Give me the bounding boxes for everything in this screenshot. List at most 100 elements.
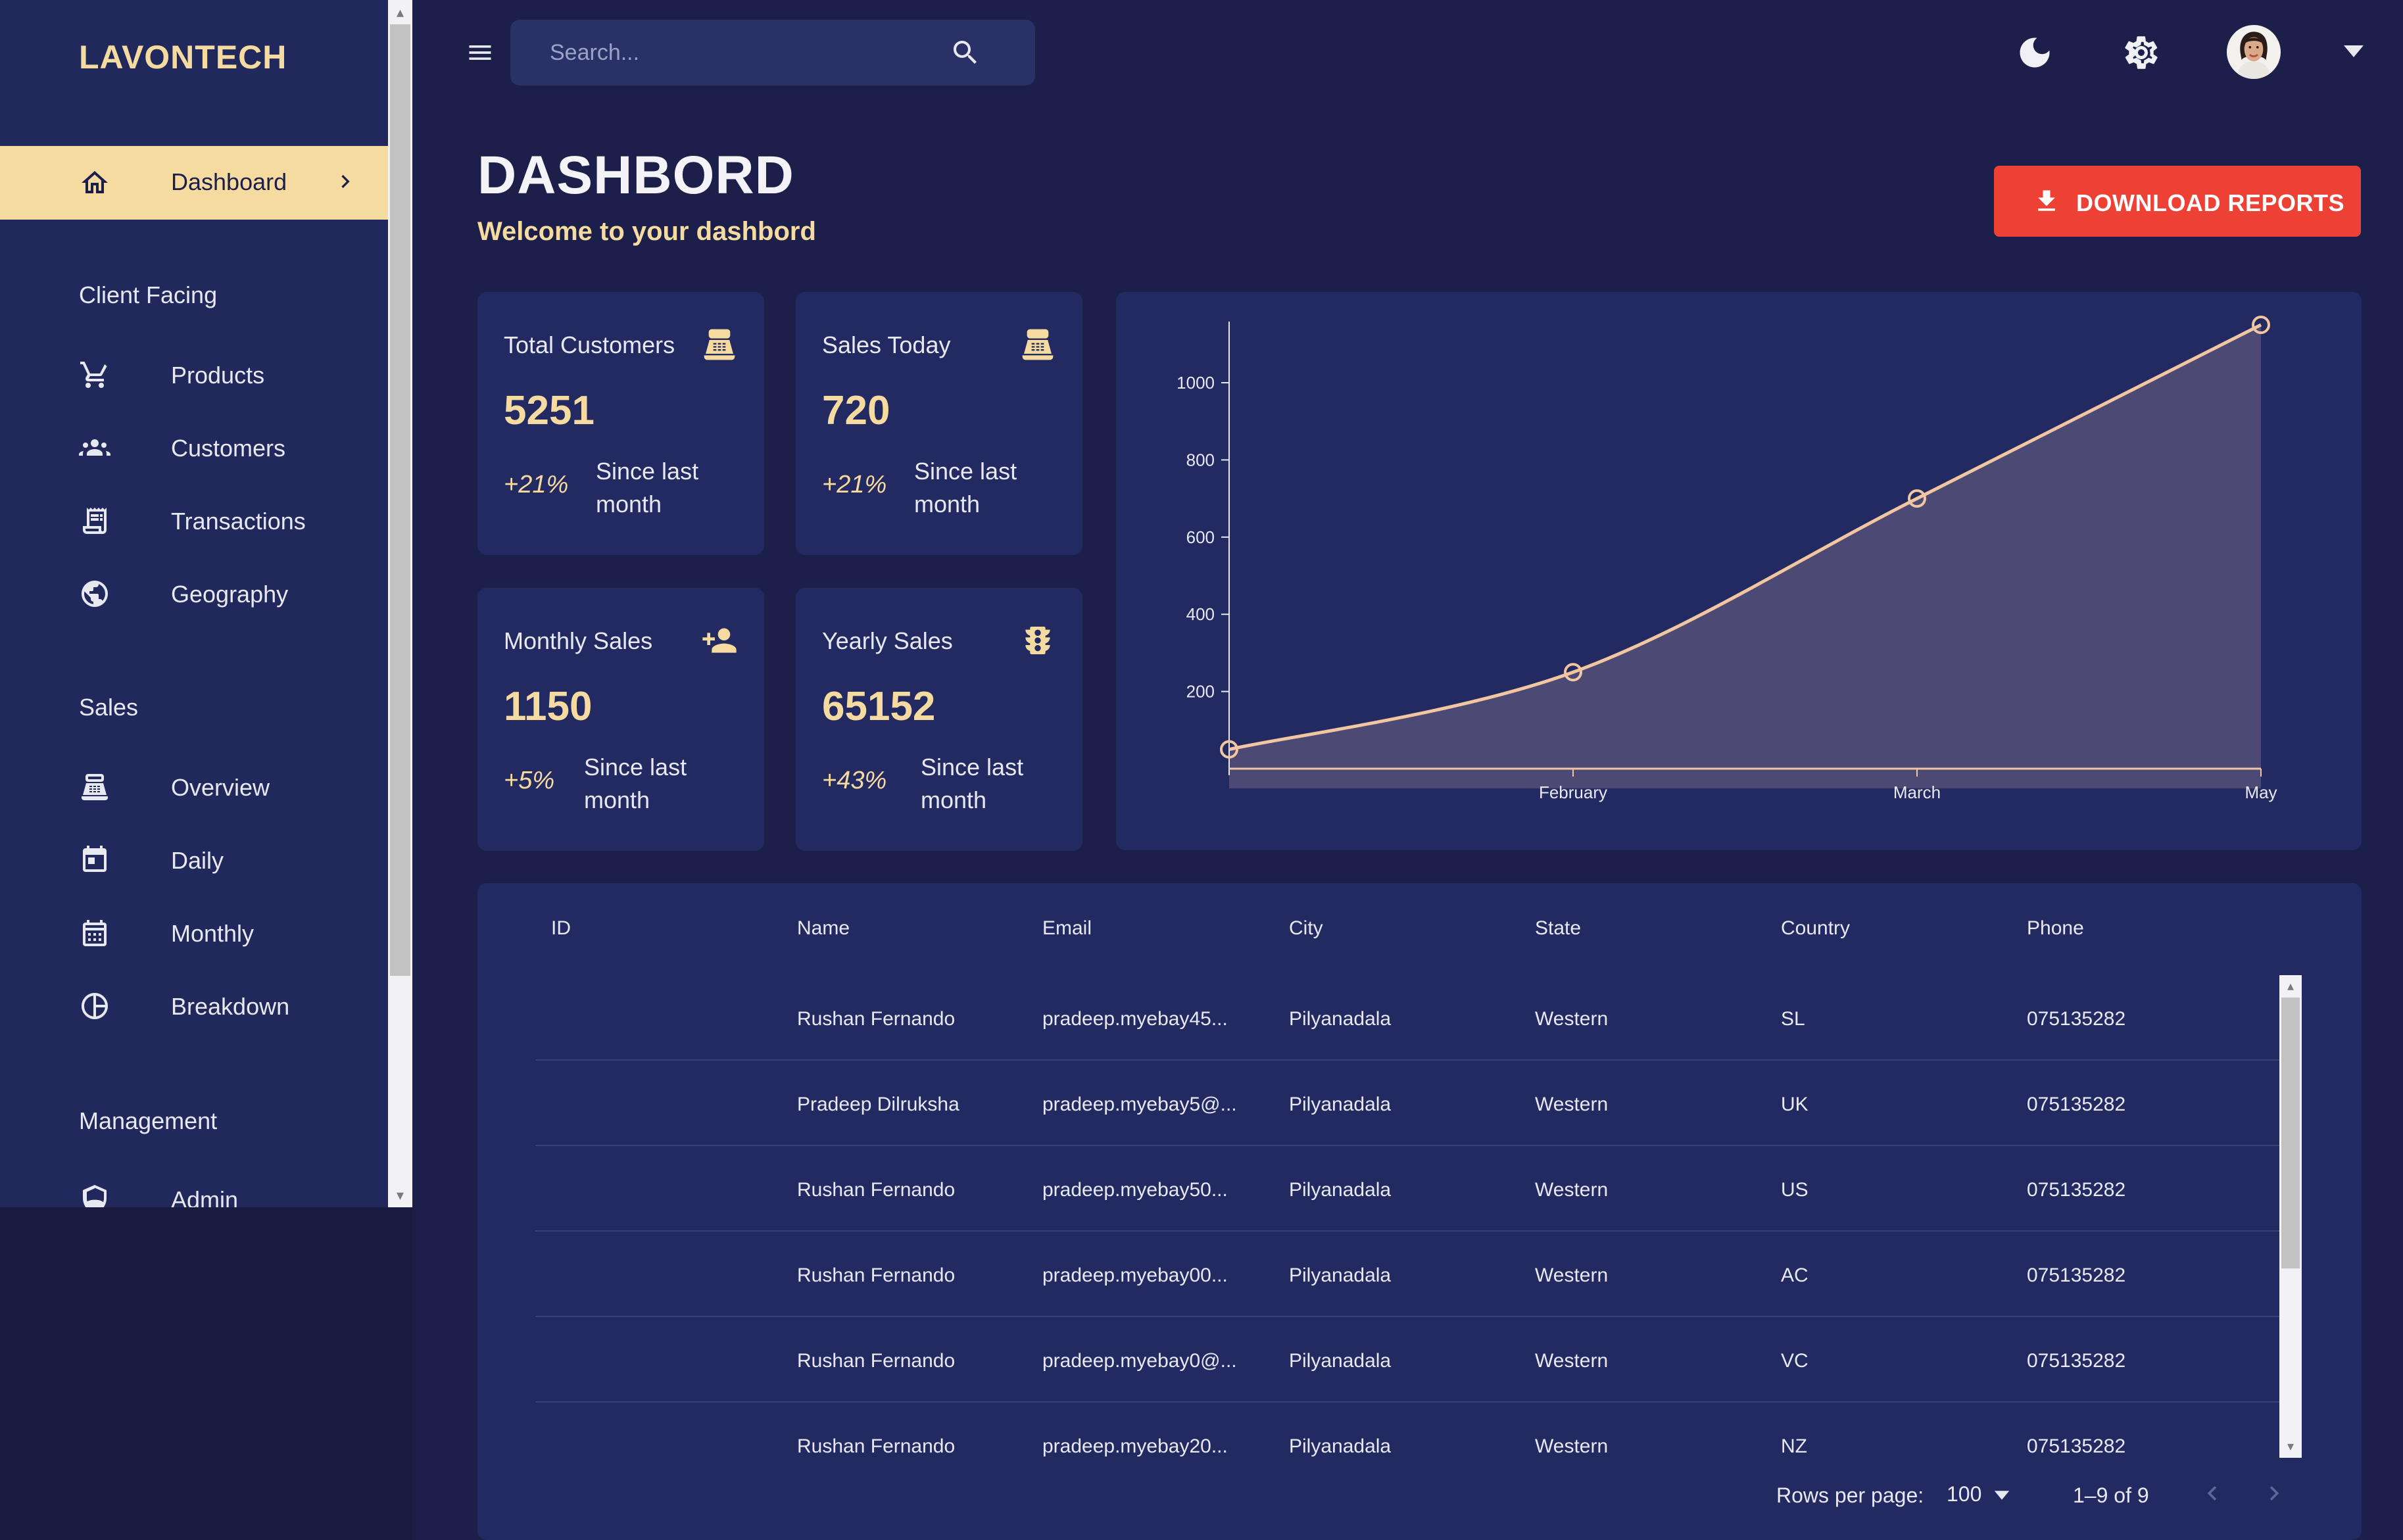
sidebar-item-admin[interactable]: Admin (0, 1173, 388, 1207)
x-tick-label: May (2245, 782, 2277, 802)
scrollbar-thumb[interactable] (390, 24, 410, 976)
cart-icon (80, 362, 107, 388)
sidebar-item-monthly[interactable]: Monthly (0, 907, 388, 959)
cell-email: pradeep.myebay0@... (1042, 1350, 1237, 1372)
cell-phone: 075135282 (2027, 1008, 2126, 1030)
cell-country: VC (1781, 1350, 1808, 1372)
cell-phone: 075135282 (2027, 1094, 2126, 1115)
cell-city: Pilyanadala (1289, 1179, 1392, 1201)
stat-value: 720 (822, 388, 890, 433)
cell-email: pradeep.myebay5@... (1042, 1094, 1237, 1115)
stat-increase: +43% (822, 767, 887, 794)
sidebar-item-transactions[interactable]: Transactions (0, 494, 388, 547)
table-row[interactable]: Rushan Fernando pradeep.myebay50... Pilyan… (535, 1146, 2279, 1232)
previous-page-icon[interactable] (2198, 1479, 2227, 1508)
sidebar-item-overview[interactable]: Overview (0, 761, 388, 813)
sidebar-item-daily[interactable]: Daily (0, 834, 388, 886)
cell-state: Western (1535, 1179, 1609, 1201)
download-icon (2038, 190, 2055, 211)
sidebar-item-geography[interactable]: Geography (0, 567, 388, 620)
avatar[interactable] (2227, 25, 2281, 79)
cell-name: Rushan Fernando (797, 1435, 956, 1457)
stat-value: 65152 (822, 684, 936, 729)
stat-title: Sales Today (822, 331, 951, 358)
cell-email: pradeep.myebay00... (1042, 1264, 1228, 1286)
sidebar-item-breakdown[interactable]: Breakdown (0, 980, 388, 1032)
sidebar-scrollbar[interactable]: ▴ ▾ (388, 0, 412, 1207)
page-subtitle: Welcome to your dashbord (477, 217, 816, 246)
sidebar-item-label: Overview (171, 774, 270, 801)
search-icon[interactable] (950, 37, 981, 68)
sidebar-item-label: Admin (171, 1186, 239, 1207)
column-header-state[interactable]: State (1535, 917, 1581, 940)
table-scrollbar[interactable]: ▴ ▾ (2279, 975, 2302, 1458)
column-header-city[interactable]: City (1289, 917, 1323, 940)
dropdown-arrow-icon[interactable] (1994, 1489, 2010, 1501)
sidebar-item-label: Monthly (171, 920, 255, 947)
cell-name: Rushan Fernando (797, 1264, 956, 1286)
brand-logo: LAVONTECH (79, 39, 287, 76)
sidebar-item-products[interactable]: Products (0, 349, 388, 401)
next-page-icon[interactable] (2260, 1479, 2289, 1508)
cell-email: pradeep.myebay50... (1042, 1179, 1228, 1201)
sidebar-item-label: Breakdown (171, 993, 290, 1020)
search-bar (510, 20, 1035, 85)
cell-city: Pilyanadala (1289, 1435, 1392, 1457)
column-header-email[interactable]: Email (1042, 917, 1092, 940)
rows-per-page-select[interactable]: 100 (1947, 1482, 1981, 1506)
stat-card-total-customers: Total Customers 5251 +21% Since last mon… (477, 292, 764, 555)
table-row[interactable]: Pradeep Dilruksha pradeep.myebay5@... Pily… (535, 1061, 2279, 1146)
column-header-phone[interactable]: Phone (2027, 917, 2084, 940)
scroll-up-arrow-icon[interactable]: ▴ (388, 0, 412, 24)
sidebar-item-label: Products (171, 362, 265, 389)
table-row[interactable]: Rushan Fernando pradeep.myebay00... Pilyan… (535, 1232, 2279, 1317)
column-header-name[interactable]: Name (797, 917, 850, 940)
cell-country: AC (1781, 1264, 1808, 1286)
search-input[interactable] (550, 36, 944, 70)
cell-city: Pilyanadala (1289, 1094, 1392, 1115)
page-title: DASHBORD (477, 145, 794, 205)
y-tick-label: 1000 (1177, 373, 1215, 393)
cell-country: UK (1781, 1094, 1808, 1115)
settings-icon[interactable] (2122, 33, 2161, 72)
pie-chart-icon (82, 993, 108, 1019)
stat-increase: +21% (504, 471, 569, 498)
dark-mode-icon[interactable] (2015, 33, 2054, 72)
customers-table: ID Name Email City State Country Phone R… (477, 883, 2362, 1540)
table-row[interactable]: Rushan Fernando pradeep.myebay0@... Pilyan… (535, 1317, 2279, 1403)
column-header-id[interactable]: ID (551, 917, 571, 940)
sidebar-item-label: Daily (171, 847, 224, 874)
stat-since: Since last month (921, 754, 1024, 813)
sales-area-chart: 200 400 600 800 1000 February March May (1177, 316, 2277, 802)
menu-icon[interactable] (464, 38, 497, 67)
cell-state: Western (1535, 1435, 1609, 1457)
point-of-sale-icon (704, 329, 735, 360)
column-header-country[interactable]: Country (1781, 917, 1850, 940)
home-icon (82, 171, 108, 193)
section-title-sales: Sales (79, 694, 139, 721)
sidebar: LAVONTECH Dashboard Client Facing Produc… (0, 0, 388, 1207)
sidebar-item-dashboard[interactable]: Dashboard (0, 146, 388, 220)
scroll-down-arrow-icon[interactable]: ▾ (2279, 1435, 2302, 1458)
download-reports-button[interactable]: DOWNLOAD REPORTS (1994, 166, 2361, 237)
table-row[interactable]: Rushan Fernando pradeep.myebay45... Pilyan… (535, 975, 2279, 1061)
sales-chart-card: 200 400 600 800 1000 February March May (1116, 292, 2362, 850)
cell-name: Rushan Fernando (797, 1350, 956, 1372)
scroll-down-arrow-icon[interactable]: ▾ (388, 1183, 412, 1207)
calendar-month-icon (83, 920, 107, 946)
scroll-up-arrow-icon[interactable]: ▴ (2279, 975, 2302, 998)
sidebar-item-customers[interactable]: Customers (0, 421, 388, 474)
cell-name: Pradeep Dilruksha (797, 1094, 959, 1115)
y-tick-label: 400 (1186, 604, 1215, 624)
cell-name: Rushan Fernando (797, 1179, 956, 1201)
stat-increase: +5% (504, 767, 555, 794)
table-row[interactable]: Rushan Fernando pradeep.myebay20... Pilyan… (535, 1403, 2279, 1488)
cell-phone: 075135282 (2027, 1350, 2126, 1372)
dropdown-arrow-icon[interactable] (2344, 43, 2364, 59)
stat-since: Since last month (914, 458, 1017, 517)
stat-title: Monthly Sales (504, 627, 653, 654)
sidebar-underlay (0, 1207, 412, 1540)
cell-country: US (1781, 1179, 1808, 1201)
cell-name: Rushan Fernando (797, 1008, 956, 1030)
scrollbar-thumb[interactable] (2281, 998, 2300, 1268)
